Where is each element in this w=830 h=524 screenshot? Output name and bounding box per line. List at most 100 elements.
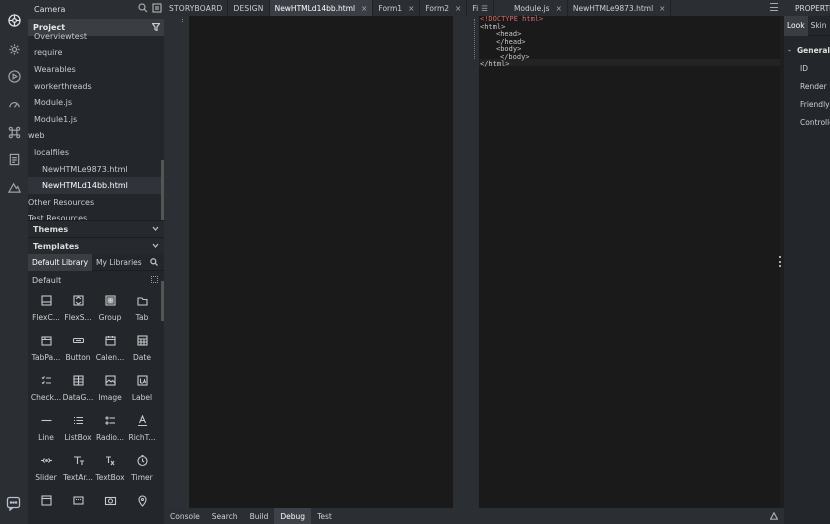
editor-tab[interactable]: NewHTMLd14bb.html × [269,0,374,16]
tree-item[interactable]: workerthreads [28,78,164,95]
tree-item[interactable]: require [28,45,164,62]
general-section[interactable]: General [784,41,830,59]
component-item[interactable]: TextAr... [62,449,94,489]
component-item[interactable]: Slider [30,449,62,489]
editor-tab-label: NewHTMLd14bb.html [274,3,356,13]
tree-item-label: Overviewtest [34,31,88,41]
property-row[interactable]: Render [784,77,830,95]
component-item[interactable] [30,489,62,524]
editor-tab[interactable]: Fi ☰ [467,0,494,16]
component-item[interactable] [62,489,94,524]
close-icon[interactable]: × [455,4,461,13]
editor-tab[interactable]: NewHTMLe9873.html × [568,0,672,16]
build-status-icon[interactable] [769,511,779,522]
component-item[interactable]: ListBox [62,409,94,449]
terrain-icon[interactable] [7,180,21,194]
property-row[interactable]: Controlle [784,113,830,131]
editor-tab[interactable]: DESIGN [228,0,270,16]
slider-icon [40,454,53,469]
tree-item[interactable]: localfiles [28,144,164,161]
default-group-row[interactable]: Default [28,271,164,289]
component-label: DataG... [62,393,94,402]
component-item[interactable] [126,489,158,524]
component-item[interactable]: FlexS... [62,289,94,329]
close-icon[interactable]: × [659,4,665,13]
feedback-icon[interactable] [6,496,21,513]
component-item[interactable]: Tab [126,289,158,329]
close-icon[interactable]: × [361,4,367,13]
editor-tabbar: STORYBOARD DESIGN NewHTMLd14bb.html × Form1 ×… [164,0,784,16]
component-item[interactable]: DataG... [62,369,94,409]
chevron-down-icon [788,49,791,52]
bottom-tab[interactable]: Search [206,508,244,524]
component-item[interactable]: Line [30,409,62,449]
templates-header[interactable]: Templates [28,237,164,254]
tab-default-library[interactable]: Default Library [28,253,93,271]
play-icon[interactable] [7,69,21,83]
property-row[interactable]: ID [784,59,830,77]
component-label: Timer [131,473,153,482]
button-icon [72,334,85,349]
component-item[interactable]: Calen... [94,329,126,369]
listbox-icon [72,414,85,429]
bottom-tab[interactable]: Debug [274,508,312,524]
component-item[interactable]: Radio... [94,409,126,449]
close-icon[interactable]: × [408,4,414,13]
tree-item[interactable]: web [28,128,164,145]
right-splitter-handle[interactable] [778,256,781,267]
property-row[interactable]: Friendly N [784,95,830,113]
tree-item[interactable]: NewHTMLe9873.html [28,161,164,178]
overflow-menu-icon[interactable]: ☰ [481,4,488,13]
component-item[interactable]: Label [126,369,158,409]
component-item[interactable]: Image [94,369,126,409]
editor-tab[interactable]: Form1 × [373,0,421,16]
editor-tab[interactable]: Module.js × [509,0,568,16]
component-item[interactable]: Check... [30,369,62,409]
component-item[interactable]: Group [94,289,126,329]
settings-icon[interactable] [7,42,21,56]
component-item[interactable] [94,489,126,524]
tree-item[interactable]: Wearables [28,61,164,78]
code-text[interactable]: <!DOCTYPE html> <html> <head> </head> <body>… [480,15,543,69]
tree-item[interactable]: Other Resources [28,194,164,211]
flex-container-icon [40,294,53,309]
component-item[interactable]: Date [126,329,158,369]
tree-item[interactable]: Module1.js [28,111,164,128]
project-icon[interactable] [7,13,21,27]
bottom-tab[interactable]: Test [311,508,338,524]
tree-item[interactable]: Overviewtest [28,28,164,45]
design-canvas[interactable] [189,16,453,508]
bottom-tab[interactable]: Console [164,508,206,524]
dashboard-icon[interactable] [7,97,21,111]
search-icon[interactable] [138,3,148,15]
bottom-tab[interactable]: Build [244,508,275,524]
code-editor[interactable] [479,16,780,508]
chevron-down-icon [152,225,159,234]
tab-skin[interactable]: Skin [808,16,830,36]
tree-item[interactable]: Test Resources [28,211,164,220]
textarea-icon [72,454,85,469]
label-icon [136,374,149,389]
component-item[interactable]: FlexC... [30,289,62,329]
tab-my-libraries[interactable]: My Libraries [92,254,146,271]
component-item[interactable]: TabPa... [30,329,62,369]
panel-title: Camera [34,5,66,14]
document-icon[interactable] [7,152,21,166]
menu-icon[interactable] [770,3,778,11]
editor-tab[interactable]: Form2 × [420,0,468,16]
search-icon[interactable] [150,258,158,268]
tree-item[interactable]: NewHTMLd14bb.html [28,177,164,194]
command-icon[interactable] [7,125,21,139]
close-icon[interactable]: × [556,4,562,13]
themes-label: Themes [33,224,69,234]
tab-look[interactable]: Look [784,15,808,36]
component-item[interactable]: Timer [126,449,158,489]
window-icon[interactable] [152,3,162,15]
component-item[interactable]: TextBox [94,449,126,489]
themes-header[interactable]: Themes [28,220,164,237]
editor-tab[interactable]: STORYBOARD [164,0,229,16]
view-toggle-icon[interactable] [151,276,158,283]
component-item[interactable]: Button [62,329,94,369]
component-item[interactable]: RichT... [126,409,158,449]
tree-item[interactable]: Module.js [28,94,164,111]
